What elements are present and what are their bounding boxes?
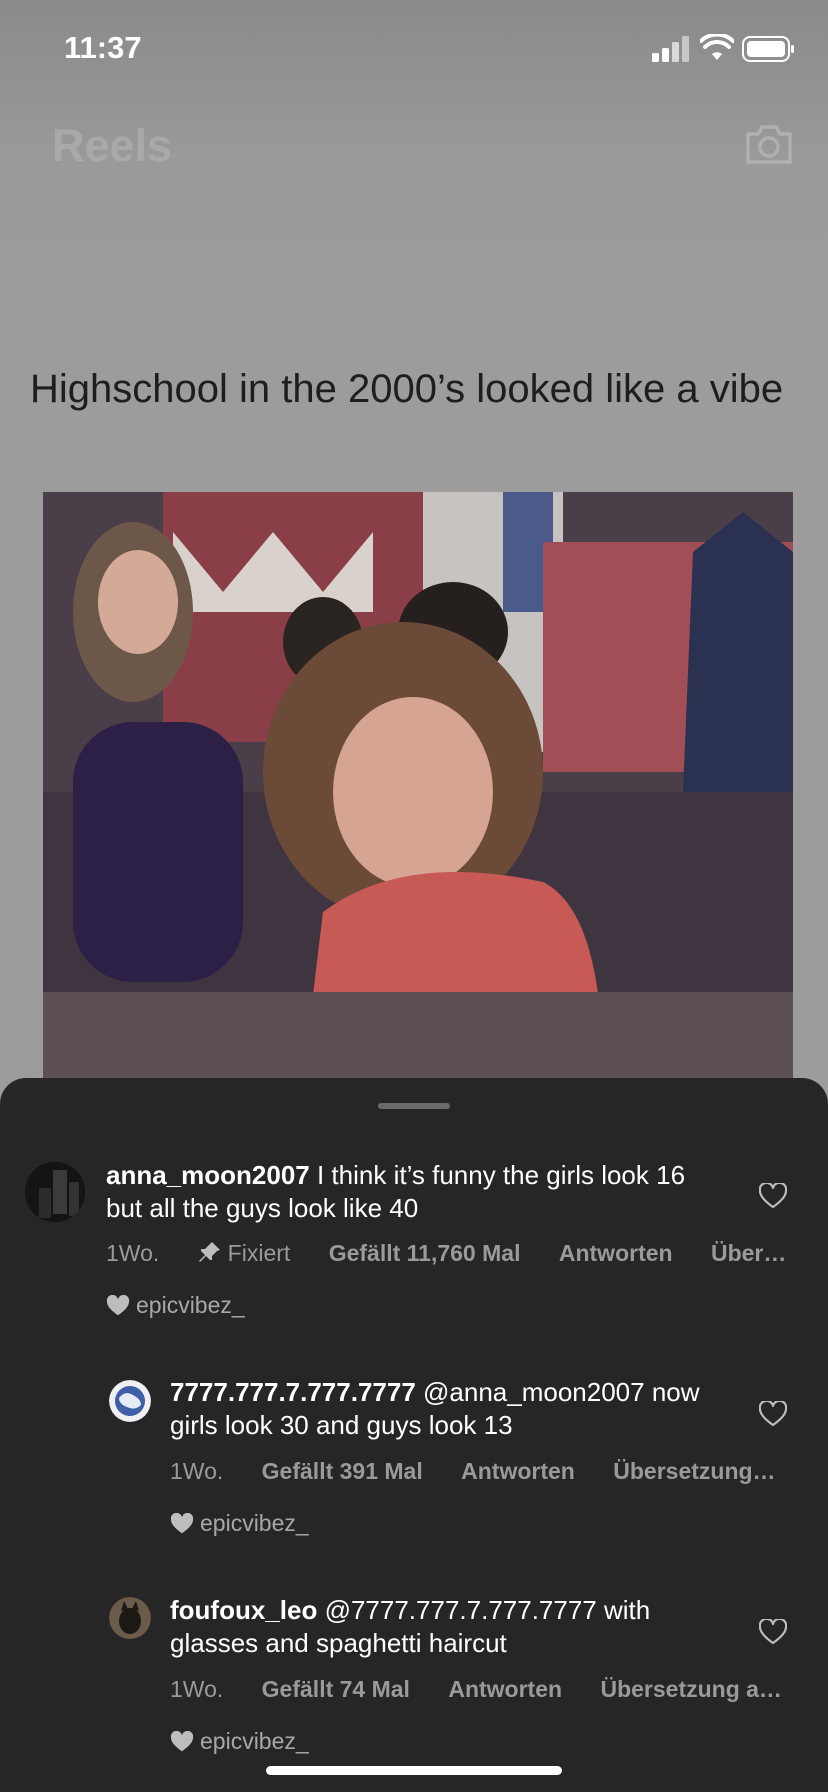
wifi-icon <box>700 34 734 60</box>
comment-text: 7777.777.7.777.7777 @anna_moon2007 now g… <box>170 1376 710 1442</box>
status-bar: 11:37 <box>0 0 828 100</box>
translate-button[interactable]: Über… <box>711 1240 786 1266</box>
camera-icon[interactable] <box>744 120 794 168</box>
heart-filled-icon <box>106 1294 130 1315</box>
avatar[interactable] <box>109 1597 151 1639</box>
likes-count[interactable]: Gefällt 11,760 Mal <box>329 1240 521 1266</box>
comment-text: foufoux_leo @7777.777.7.777.7777 with gl… <box>170 1594 710 1660</box>
reel-caption: Highschool in the 2000’s looked like a v… <box>30 367 784 411</box>
sheet-grabber[interactable] <box>378 1103 450 1109</box>
comment-username[interactable]: foufoux_leo <box>170 1595 317 1625</box>
avatar[interactable] <box>109 1380 151 1422</box>
comment-time: 1Wo. <box>106 1240 160 1266</box>
comment-meta: 1Wo. Gefällt 391 Mal Antworten Übersetzu… <box>170 1458 808 1485</box>
reply-button[interactable]: Antworten <box>448 1676 562 1702</box>
heart-filled-icon <box>170 1512 194 1533</box>
liked-by-creator: epicvibez_ <box>106 1292 245 1319</box>
comment-text: anna_moon2007 I think it’s funny the gir… <box>106 1159 706 1225</box>
translate-button[interactable]: Übersetzung a… <box>600 1676 781 1702</box>
comment-username[interactable]: anna_moon2007 <box>106 1160 310 1190</box>
translate-button[interactable]: Übersetzung… <box>613 1458 775 1484</box>
pinned-label: Fixiert <box>198 1240 297 1266</box>
likes-count[interactable]: Gefällt 391 Mal <box>262 1458 423 1484</box>
heart-icon[interactable] <box>759 1183 787 1209</box>
liked-by-creator: epicvibez_ <box>170 1728 309 1755</box>
status-time: 11:37 <box>64 30 142 65</box>
liked-by-name: epicvibez_ <box>200 1510 309 1536</box>
comment-time: 1Wo. <box>170 1676 224 1702</box>
reel-photo <box>43 492 793 1078</box>
pinned-text: Fixiert <box>227 1240 291 1266</box>
liked-by-name: epicvibez_ <box>200 1728 309 1754</box>
heart-icon[interactable] <box>759 1619 787 1645</box>
reply-button[interactable]: Antworten <box>461 1458 575 1484</box>
avatar[interactable] <box>25 1162 85 1222</box>
signal-icon <box>652 36 689 62</box>
reel-video-frame[interactable] <box>43 492 793 1078</box>
comment-meta: 1Wo. Gefällt 74 Mal Antworten Übersetzun… <box>170 1676 814 1703</box>
pin-icon <box>198 1242 220 1262</box>
comment-meta: 1Wo. Fixiert Gefällt 11,760 Mal Antworte… <box>106 1240 818 1267</box>
liked-by-name: epicvibez_ <box>136 1292 245 1318</box>
heart-icon[interactable] <box>759 1401 787 1427</box>
comment-username[interactable]: 7777.777.7.777.7777 <box>170 1377 416 1407</box>
heart-filled-icon <box>170 1730 194 1751</box>
page-title: Reels <box>52 120 173 171</box>
likes-count[interactable]: Gefällt 74 Mal <box>262 1676 410 1702</box>
comment-time: 1Wo. <box>170 1458 224 1484</box>
home-indicator <box>266 1766 562 1775</box>
battery-icon <box>742 36 794 62</box>
liked-by-creator: epicvibez_ <box>170 1510 309 1537</box>
reply-button[interactable]: Antworten <box>559 1240 673 1266</box>
